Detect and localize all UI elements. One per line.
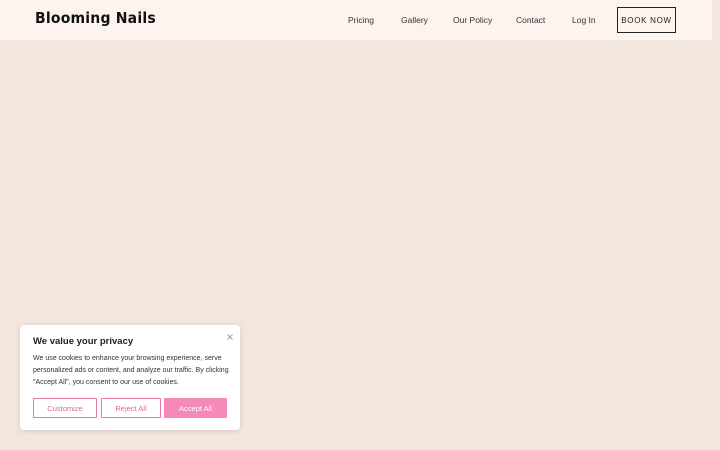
close-icon[interactable] bbox=[225, 329, 235, 340]
cookie-banner-title: We value your privacy bbox=[33, 336, 134, 347]
book-now-button[interactable]: BOOK NOW bbox=[617, 7, 676, 33]
nav-link-gallery[interactable]: Gallery bbox=[401, 0, 428, 40]
nav-link-contact[interactable]: Contact bbox=[516, 0, 545, 40]
cookie-consent-banner: We value your privacy We use cookies to … bbox=[20, 325, 240, 430]
page-scrollbar[interactable] bbox=[712, 0, 720, 450]
site-header: Blooming Nails Pricing Gallery Our Polic… bbox=[0, 0, 712, 40]
nav-link-log-in[interactable]: Log In bbox=[572, 0, 596, 40]
accept-all-button[interactable]: Accept All bbox=[164, 398, 227, 418]
reject-all-button[interactable]: Reject All bbox=[101, 398, 161, 418]
nav-link-pricing[interactable]: Pricing bbox=[348, 0, 374, 40]
nav-link-our-policy[interactable]: Our Policy bbox=[453, 0, 492, 40]
cookie-banner-text: We use cookies to enhance your browsing … bbox=[33, 355, 229, 386]
customize-button[interactable]: Customize bbox=[33, 398, 97, 418]
site-logo[interactable]: Blooming Nails bbox=[35, 11, 156, 28]
